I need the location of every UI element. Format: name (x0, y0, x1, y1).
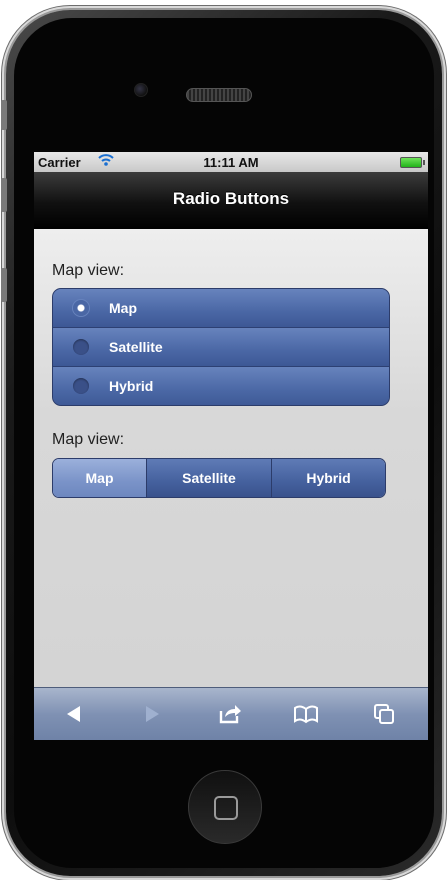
home-button[interactable] (188, 770, 262, 844)
radio-option-label: Hybrid (109, 378, 154, 394)
page-title: Radio Buttons (172, 189, 290, 208)
radio-unselected-icon (73, 339, 89, 355)
radio-option-map[interactable]: Map (53, 289, 389, 328)
radio-option-label: Map (109, 300, 137, 316)
content-area: Map view: Map Satellite Hybrid Map view:… (34, 229, 428, 687)
volume-down-button (1, 268, 7, 302)
radio-selected-icon (73, 300, 89, 316)
tabs-icon[interactable] (368, 699, 400, 729)
earpiece-speaker (186, 88, 252, 102)
back-arrow-icon[interactable] (58, 699, 90, 729)
segment-satellite[interactable]: Satellite (147, 459, 272, 497)
segment-map[interactable]: Map (53, 459, 147, 497)
segment-section-label: Map view: (52, 431, 125, 448)
browser-toolbar (34, 687, 428, 740)
forward-arrow-icon[interactable] (136, 699, 168, 729)
volume-up-button (1, 178, 7, 212)
share-icon[interactable] (214, 699, 246, 729)
home-square-icon (214, 796, 238, 820)
radio-unselected-icon (73, 378, 89, 394)
segment-hybrid[interactable]: Hybrid (272, 459, 385, 497)
screen: Carrier 11:11 AM Radio Buttons Map view:… (34, 152, 428, 740)
navigation-bar: Radio Buttons (34, 172, 428, 229)
bookmarks-icon[interactable] (290, 699, 322, 729)
radio-list: Map Satellite Hybrid (52, 288, 390, 406)
front-camera (134, 83, 148, 97)
status-bar: Carrier 11:11 AM (34, 152, 428, 172)
battery-icon (400, 157, 425, 168)
segmented-control: Map Satellite Hybrid (52, 458, 386, 498)
radio-option-satellite[interactable]: Satellite (53, 328, 389, 367)
radio-section-label: Map view: (52, 262, 125, 279)
radio-option-hybrid[interactable]: Hybrid (53, 367, 389, 405)
radio-option-label: Satellite (109, 339, 163, 355)
status-time: 11:11 AM (203, 155, 259, 170)
mute-switch (1, 100, 7, 130)
